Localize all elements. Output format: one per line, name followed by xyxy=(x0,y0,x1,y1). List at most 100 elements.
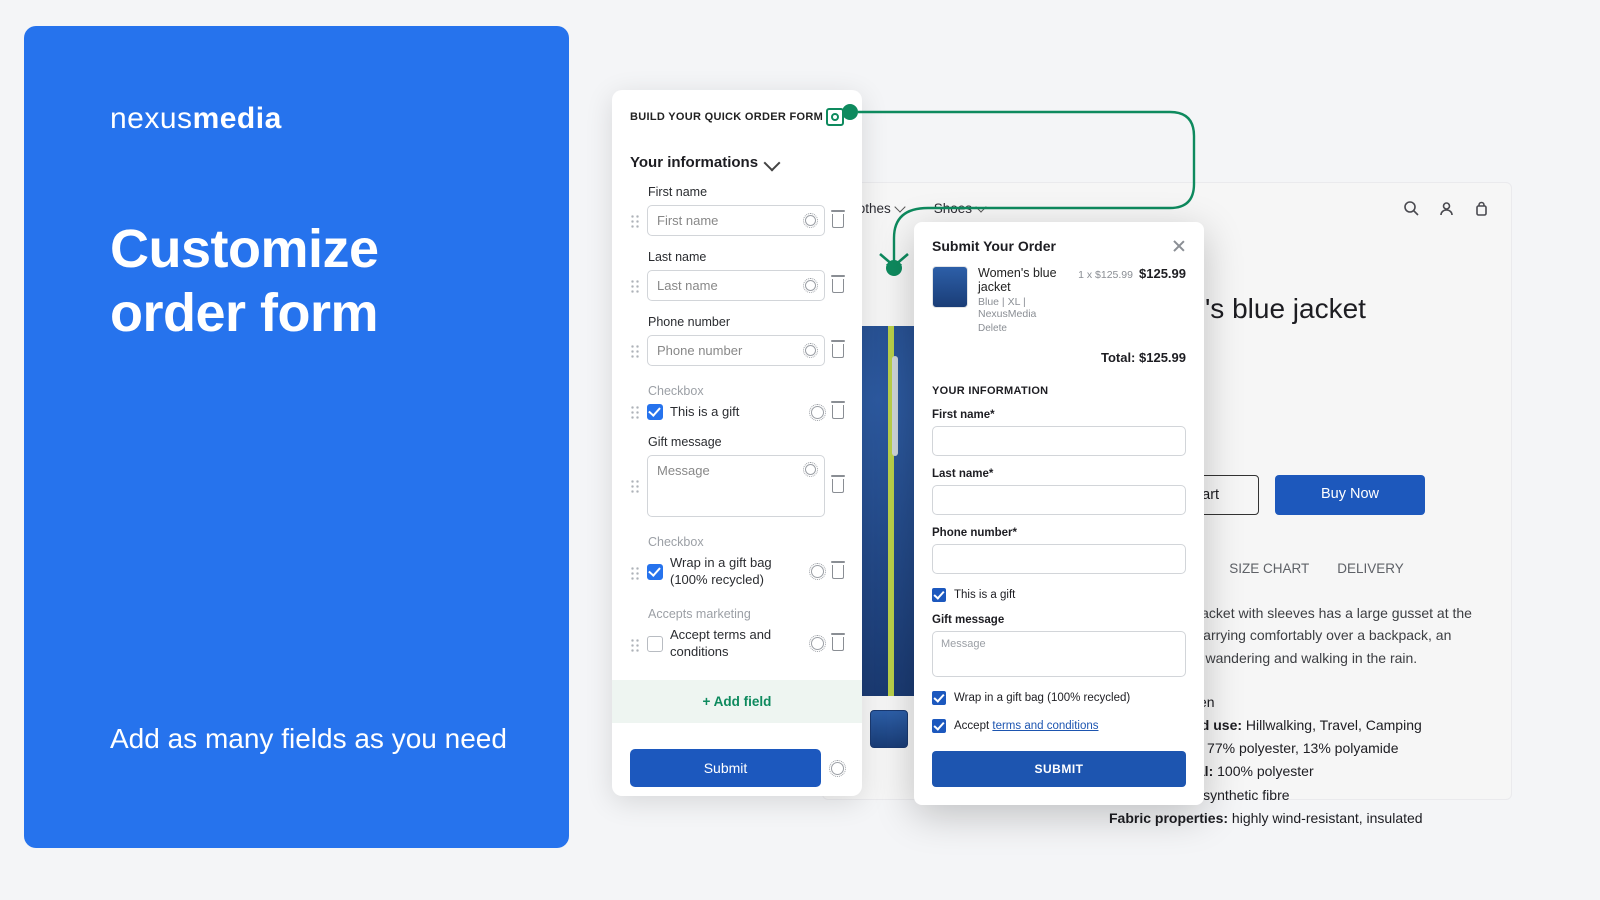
modal-submit-button[interactable]: SUBMIT xyxy=(932,751,1186,787)
trash-icon[interactable] xyxy=(832,405,844,419)
terms-link[interactable]: terms and conditions xyxy=(992,720,1098,732)
trash-icon[interactable] xyxy=(832,565,844,579)
group-label: Checkbox xyxy=(648,535,844,549)
order-modal: Submit Your Order Women's blue jacket Bl… xyxy=(914,222,1204,805)
trash-icon[interactable] xyxy=(832,214,844,228)
modal-wrap-checkbox[interactable] xyxy=(932,691,946,705)
gift-message-textarea[interactable]: Message xyxy=(647,455,825,517)
cart-product-name: Women's blue jacket xyxy=(978,266,1068,294)
drag-handle-icon[interactable] xyxy=(630,344,640,358)
drag-handle-icon[interactable] xyxy=(630,479,640,493)
group-label: Accepts marketing xyxy=(648,607,844,621)
gear-icon[interactable] xyxy=(831,762,844,775)
cart-variant: Blue | XL | NexusMedia xyxy=(978,296,1068,320)
modal-form-header: YOUR INFORMATION xyxy=(932,385,1186,397)
buy-now-button[interactable]: Buy Now xyxy=(1275,475,1425,515)
spec-val: Hillwalking, Travel, Camping xyxy=(1242,717,1422,733)
cart-line-price: $125.99 xyxy=(1139,266,1186,281)
cart-thumbnail xyxy=(932,266,968,308)
first-name-input[interactable]: First name xyxy=(647,205,825,236)
thumbnail[interactable] xyxy=(870,710,908,748)
tab-size-chart[interactable]: SIZE CHART xyxy=(1229,561,1309,576)
gear-icon[interactable] xyxy=(805,345,816,356)
gear-icon[interactable] xyxy=(805,464,816,475)
promo-headline: Customize order form xyxy=(110,218,483,345)
cart-total: Total: $125.99 xyxy=(932,350,1186,365)
bag-icon[interactable] xyxy=(1474,201,1489,216)
modal-gift-message-textarea[interactable]: Message xyxy=(932,631,1186,677)
drag-handle-icon[interactable] xyxy=(630,279,640,293)
modal-gift-checkbox[interactable] xyxy=(932,588,946,602)
modal-title: Submit Your Order xyxy=(932,238,1056,254)
drag-handle-icon[interactable] xyxy=(630,214,640,228)
spec-key: Fabric properties: xyxy=(1109,810,1228,826)
placeholder-text: Phone number xyxy=(657,343,742,358)
checkbox-label: Accept terms and conditions xyxy=(670,627,804,661)
edit-icon[interactable] xyxy=(764,154,781,171)
tab-delivery[interactable]: DELIVERY xyxy=(1337,561,1404,576)
form-builder-panel: BUILD YOUR QUICK ORDER FORM Your informa… xyxy=(612,90,862,796)
brand-logo: nexusmedia xyxy=(110,102,483,136)
placeholder-text: Last name xyxy=(657,278,718,293)
drag-handle-icon[interactable] xyxy=(630,638,640,652)
composite-scene: Clothes Shoes Clothing Women's blue jack… xyxy=(588,26,1536,848)
spec-val: highly wind-resistant, insulated xyxy=(1228,810,1423,826)
logo-text-bold: media xyxy=(193,102,282,135)
placeholder-text: First name xyxy=(657,213,718,228)
close-icon[interactable] xyxy=(1172,239,1186,253)
gift-checkbox[interactable] xyxy=(647,404,663,420)
field-label: Phone number xyxy=(648,315,844,329)
field-label: Last name xyxy=(648,250,844,264)
gear-icon[interactable] xyxy=(805,280,816,291)
modal-field-label: Last name* xyxy=(932,468,1186,480)
nav-label: Shoes xyxy=(934,201,972,216)
group-label: Checkbox xyxy=(648,384,844,398)
builder-submit-button[interactable]: Submit xyxy=(630,749,821,787)
modal-last-name-input[interactable] xyxy=(932,485,1186,515)
logo-text-light: nexus xyxy=(110,102,193,135)
spec-val: 77% polyester, 13% polyamide xyxy=(1203,740,1398,756)
modal-field-label: Gift message xyxy=(932,614,1186,626)
scan-icon[interactable] xyxy=(826,108,844,126)
gear-icon[interactable] xyxy=(811,406,824,419)
modal-field-label: First name* xyxy=(932,409,1186,421)
gear-icon[interactable] xyxy=(805,215,816,226)
checkbox-label: This is a gift xyxy=(670,404,804,421)
placeholder-text: Message xyxy=(657,463,710,478)
modal-terms-checkbox[interactable] xyxy=(932,719,946,733)
store-nav: Clothes Shoes xyxy=(845,201,1489,216)
spec-val: synthetic fibre xyxy=(1199,787,1289,803)
search-icon[interactable] xyxy=(1404,201,1419,216)
nav-link-shoes[interactable]: Shoes xyxy=(934,201,985,216)
modal-first-name-input[interactable] xyxy=(932,426,1186,456)
add-field-button[interactable]: + Add field xyxy=(612,680,862,723)
promo-subline: Add as many fields as you need xyxy=(110,719,507,760)
field-label: First name xyxy=(648,185,844,199)
checkbox-label: Wrap in a gift bag (100% recycled) xyxy=(670,555,804,589)
drag-handle-icon[interactable] xyxy=(630,405,640,419)
cart-qty: 1 x $125.99 xyxy=(1078,269,1133,281)
chevron-down-icon xyxy=(975,201,986,212)
terms-checkbox[interactable] xyxy=(647,636,663,652)
modal-checkbox-label: This is a gift xyxy=(954,589,1015,601)
user-icon[interactable] xyxy=(1439,201,1454,216)
cart-delete-link[interactable]: Delete xyxy=(978,323,1068,334)
builder-header: BUILD YOUR QUICK ORDER FORM xyxy=(630,111,823,123)
trash-icon[interactable] xyxy=(832,479,844,493)
modal-field-label: Phone number* xyxy=(932,527,1186,539)
spec-val: 100% polyester xyxy=(1213,763,1313,779)
trash-icon[interactable] xyxy=(832,279,844,293)
gear-icon[interactable] xyxy=(811,565,824,578)
modal-checkbox-label: Accept xyxy=(954,720,989,732)
promo-panel: nexusmedia Customize order form Add as m… xyxy=(24,26,569,848)
drag-handle-icon[interactable] xyxy=(630,566,640,580)
modal-checkbox-label: Wrap in a gift bag (100% recycled) xyxy=(954,692,1130,704)
gear-icon[interactable] xyxy=(811,637,824,650)
trash-icon[interactable] xyxy=(832,637,844,651)
last-name-input[interactable]: Last name xyxy=(647,270,825,301)
wrap-checkbox[interactable] xyxy=(647,564,663,580)
chevron-down-icon xyxy=(894,201,905,212)
phone-input[interactable]: Phone number xyxy=(647,335,825,366)
modal-phone-input[interactable] xyxy=(932,544,1186,574)
trash-icon[interactable] xyxy=(832,344,844,358)
